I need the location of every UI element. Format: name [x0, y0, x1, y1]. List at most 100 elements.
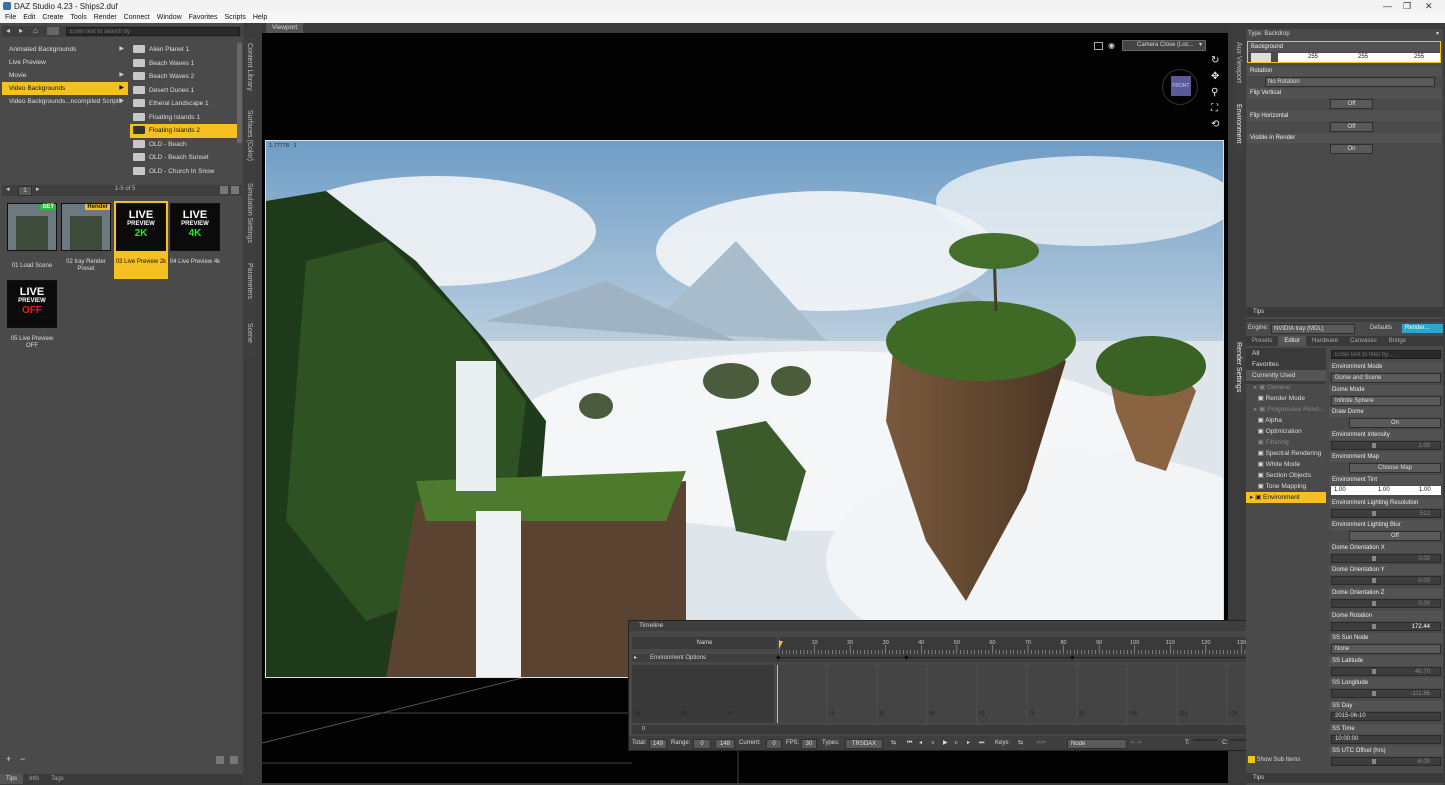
folder-scrollbar[interactable] [237, 43, 242, 143]
folder-item[interactable]: Animated Backgrounds ▶ [2, 43, 128, 56]
group-item[interactable]: ▸ ▣ Progressive Rend... [1246, 404, 1326, 415]
play-icon[interactable]: ▶ [943, 736, 948, 750]
property-slider[interactable]: 0.00 [1331, 598, 1441, 608]
thumbnail-live-preview-4k[interactable]: LIVE PREVIEW 4K [170, 203, 220, 251]
menu-render[interactable]: Render [92, 14, 119, 21]
tab-editor[interactable]: Editor [1278, 336, 1307, 346]
list-view-icon[interactable] [220, 186, 228, 194]
property-button[interactable]: Choose Map [1349, 463, 1441, 474]
copy-icon[interactable] [216, 756, 224, 764]
tab-info[interactable]: Info [23, 774, 45, 784]
tab-tips[interactable]: Tips [1253, 307, 1264, 317]
group-item[interactable]: ▣ Render Mode [1246, 393, 1326, 404]
tab-simulation-settings[interactable]: Simulation Settings [246, 183, 253, 243]
zoom-icon[interactable]: ⚲ [1211, 87, 1218, 98]
fps-field[interactable]: 30 [801, 739, 817, 749]
tab-bridge[interactable]: Bridge [1383, 336, 1412, 346]
tab-surfaces[interactable]: Surfaces (Color) [246, 110, 253, 161]
property-slider[interactable]: 1.00 [1331, 440, 1441, 450]
current-field[interactable]: 0 [766, 739, 782, 749]
first-frame-icon[interactable]: ⏮ [907, 736, 912, 750]
tab-hardware[interactable]: Hardware [1306, 336, 1344, 346]
keyframe[interactable]: ◆ [1070, 654, 1075, 662]
slider-knob[interactable] [1372, 555, 1376, 561]
group-item[interactable]: ▣ Tone Mapping [1246, 481, 1326, 492]
range-end-field[interactable]: 148 [715, 739, 735, 749]
pan-icon[interactable]: ✥ [1211, 71, 1219, 82]
menu-edit[interactable]: Edit [21, 14, 37, 21]
menu-help[interactable]: Help [251, 14, 269, 21]
property-slider[interactable]: -6.00 [1331, 757, 1441, 767]
tab-scene[interactable]: Scene [246, 323, 253, 343]
page-number[interactable]: 1 [18, 186, 32, 196]
range-start-field[interactable]: 0 [693, 739, 711, 749]
menu-create[interactable]: Create [40, 14, 65, 21]
menu-window[interactable]: Window [155, 14, 184, 21]
subfolder-item-selected[interactable]: Floating Islands 2 [130, 124, 237, 138]
filter-input[interactable] [1331, 350, 1441, 359]
property-slider[interactable]: -111.86 [1331, 689, 1441, 699]
track-row[interactable]: ▸ Environment Options ◆ ◆ ◆ [632, 654, 1287, 662]
close-button[interactable]: ✕ [1425, 0, 1433, 13]
menu-tools[interactable]: Tools [68, 14, 88, 21]
camera-select[interactable]: Camera Close (Loc... ▾ [1122, 40, 1206, 51]
graph-area[interactable]: 15 30 45 60 75 90 105 120 135 [776, 665, 1328, 723]
property-slider[interactable]: 40.70 [1331, 666, 1441, 676]
rotation-select[interactable]: No Rotation [1265, 77, 1435, 87]
tab-aux-viewport[interactable]: Aux Viewport [1235, 42, 1242, 83]
keyframe[interactable]: ◆ [776, 654, 781, 662]
flip-horizontal-toggle[interactable]: Off [1330, 122, 1373, 132]
interp-icons[interactable]: ⇤⇥ [1131, 736, 1141, 750]
tab-parameters[interactable]: Parameters [246, 263, 253, 299]
group-item[interactable]: ▣ Optimization [1246, 426, 1326, 437]
t-field[interactable] [1193, 739, 1217, 741]
playhead-marker[interactable] [775, 641, 783, 649]
next-page-icon[interactable]: ▸ [36, 185, 40, 193]
slider-knob[interactable] [1372, 442, 1376, 448]
visible-in-render-toggle[interactable]: On [1330, 144, 1373, 154]
group-item-selected[interactable]: ▸ ▣ Environment [1246, 492, 1326, 503]
category-favorites[interactable]: Favorites [1246, 359, 1326, 370]
add-key-icon[interactable]: ⇆ [1018, 736, 1023, 750]
tab-content-library[interactable]: Content Library [246, 43, 253, 91]
menu-file[interactable]: File [3, 14, 18, 21]
next-frame-icon[interactable]: ▹ [955, 736, 958, 750]
category-all[interactable]: All [1246, 348, 1326, 359]
slider-knob[interactable] [1372, 759, 1376, 765]
subfolder-item[interactable]: Floating Islands 1 [130, 111, 237, 125]
tab-tags[interactable]: Tags [45, 774, 70, 784]
frame-icon[interactable]: ⛶ [1211, 103, 1218, 114]
keyframe[interactable]: ◆ [904, 654, 909, 662]
draw-style-icon[interactable] [1094, 42, 1103, 50]
property-slider[interactable]: 0.00 [1331, 576, 1441, 586]
subfolder-item[interactable]: Beach Waves 1 [130, 57, 237, 71]
property-select[interactable]: Infinite Sphere [1331, 395, 1441, 406]
thumbnail-live-preview-off[interactable]: LIVE PREVIEW OFF [7, 280, 57, 328]
view-cube[interactable]: FRONT [1162, 69, 1198, 105]
slider-knob[interactable] [1372, 600, 1376, 606]
thumbnail-live-preview-2k[interactable]: LIVE PREVIEW 2K [116, 203, 166, 251]
forward-icon[interactable]: ▸ [19, 26, 23, 35]
group-item[interactable]: ▸ ▣ General [1246, 382, 1326, 393]
library-search-input[interactable] [66, 27, 240, 36]
property-text-field[interactable]: 2015-06-10 [1331, 711, 1441, 721]
show-sub-items[interactable]: Show Sub Items [1248, 755, 1328, 765]
type-row[interactable]: Type: Backdrop ▾ [1248, 30, 1441, 39]
group-item[interactable]: ▣ White Mode [1246, 459, 1326, 470]
time-scrollbar[interactable]: 0 149 [632, 725, 1287, 734]
grid-view-icon[interactable] [231, 186, 239, 194]
subfolder-item[interactable]: Etheral Landscape 1 [130, 97, 237, 111]
prev-page-icon[interactable]: ◂ [6, 185, 10, 193]
mode-select[interactable]: Node [1067, 739, 1127, 749]
prev-frame-icon[interactable]: ◃ [931, 736, 934, 750]
slider-knob[interactable] [1372, 578, 1376, 584]
remove-icon[interactable]: − [20, 754, 25, 764]
engine-select[interactable]: NVIDIA Iray (MDL) [1271, 324, 1355, 334]
slider-knob[interactable] [1372, 510, 1376, 516]
subfolder-item[interactable]: Beach Waves 2 [130, 70, 237, 84]
loop-icon[interactable]: ⇆ [891, 736, 896, 750]
group-item[interactable]: ▣ Filtering [1246, 437, 1326, 448]
property-button[interactable]: Off [1349, 531, 1441, 542]
slider-knob[interactable] [1372, 668, 1376, 674]
subfolder-item[interactable]: OLD - Beach Sunset [130, 151, 237, 165]
